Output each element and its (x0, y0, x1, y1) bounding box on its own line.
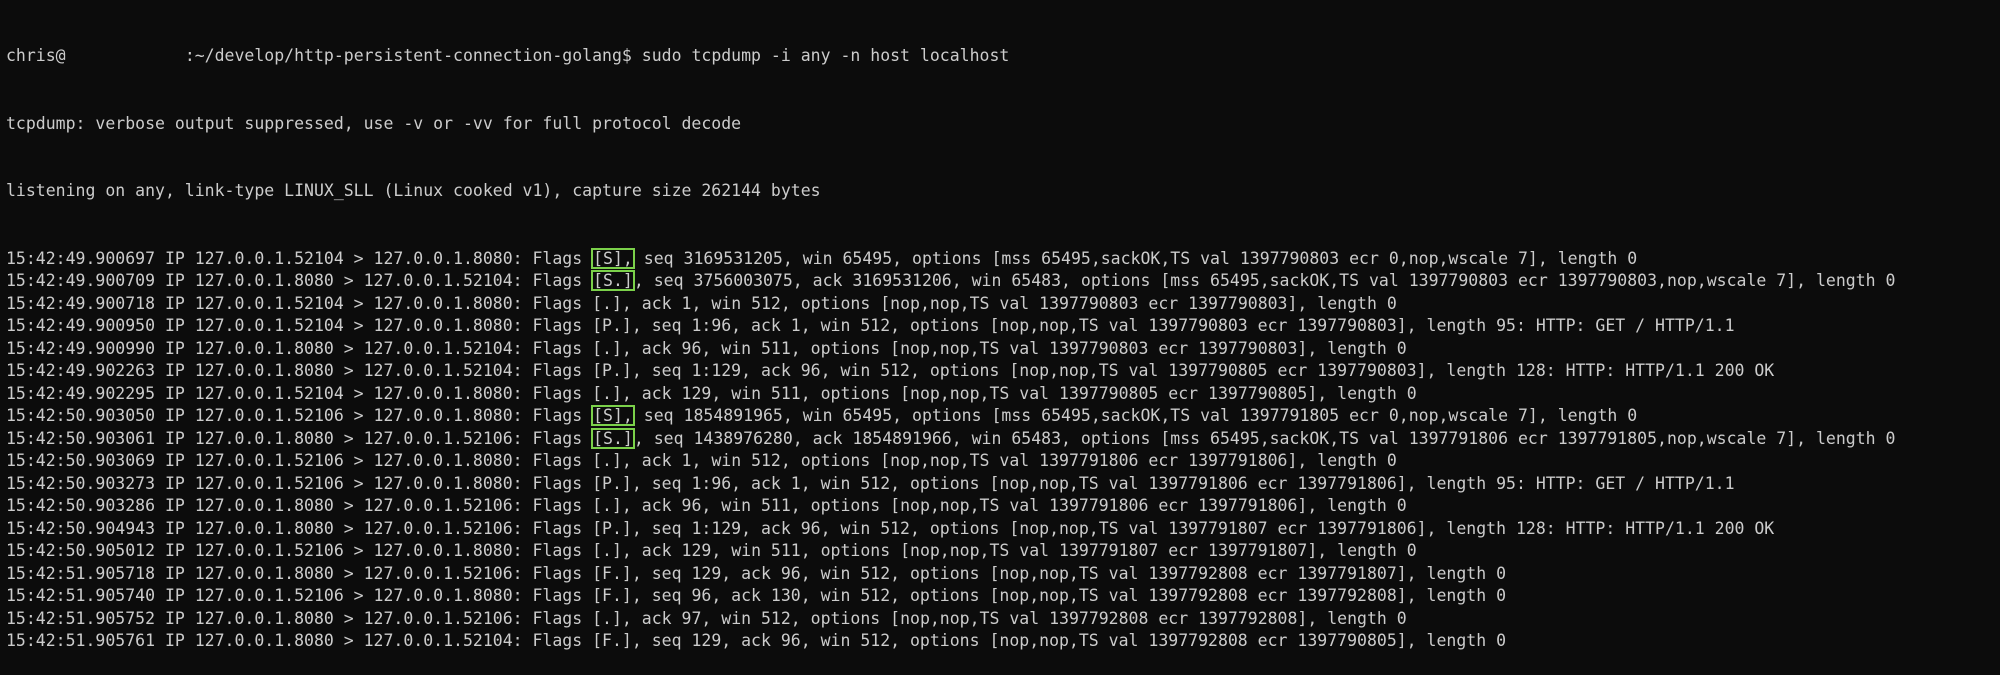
packet-prefix: 15:42:49.900709 IP 127.0.0.1.8080 > 127.… (6, 271, 593, 290)
packet-flag: [P.], (592, 473, 642, 493)
packet-prefix: 15:42:51.905761 IP 127.0.0.1.8080 > 127.… (6, 631, 593, 650)
packet-line: 15:42:49.902263 IP 127.0.0.1.8080 > 127.… (6, 360, 2000, 383)
packet-prefix: 15:42:49.902295 IP 127.0.0.1.52104 > 127… (6, 383, 593, 403)
packet-line: 15:42:51.905740 IP 127.0.0.1.52106 > 127… (6, 585, 2000, 608)
packet-details: ack 1, win 512, options [nop,nop,TS val … (631, 451, 1397, 470)
prompt-line: chris@ :~/develop/http-persistent-connec… (6, 45, 2000, 68)
packet-prefix: 15:42:51.905752 IP 127.0.0.1.8080 > 127.… (6, 608, 593, 628)
packet-flag: [.], (592, 451, 632, 470)
packet-flag: [.], (592, 608, 632, 628)
packet-details: seq 129, ack 96, win 512, options [nop,n… (641, 563, 1507, 583)
packet-flag: [F.], (592, 586, 642, 605)
packet-line: 15:42:49.900709 IP 127.0.0.1.8080 > 127.… (6, 270, 2000, 293)
highlighted-flag: [S.] (591, 427, 635, 449)
packet-prefix: 15:42:50.903069 IP 127.0.0.1.52106 > 127… (6, 451, 593, 470)
packet-flag: [P.], (592, 316, 642, 335)
terminal-window[interactable]: chris@ :~/develop/http-persistent-connec… (0, 0, 2000, 650)
prompt-user: chris@ (6, 46, 66, 65)
packet-flag: [.], (592, 338, 632, 358)
packet-line: 15:42:50.905012 IP 127.0.0.1.52106 > 127… (6, 540, 2000, 563)
packet-line: 15:42:50.903061 IP 127.0.0.1.8080 > 127.… (6, 427, 2000, 451)
packet-flag: [.], (592, 383, 632, 403)
packet-flag: [F.], (592, 631, 642, 650)
packet-prefix: 15:42:49.900950 IP 127.0.0.1.52104 > 127… (6, 316, 593, 335)
packet-line: 15:42:50.903273 IP 127.0.0.1.52106 > 127… (6, 473, 2000, 496)
prompt-path: :~/develop/http-persistent-connection-go… (65, 46, 632, 65)
packet-prefix: 15:42:49.900697 IP 127.0.0.1.52104 > 127… (6, 248, 593, 268)
packet-details: seq 1:129, ack 96, win 512, options [nop… (641, 361, 1775, 380)
packet-details: , seq 1438976280, ack 1854891966, win 65… (633, 428, 1896, 448)
packet-prefix: 15:42:50.903273 IP 127.0.0.1.52106 > 127… (6, 473, 593, 493)
header-line: tcpdump: verbose output suppressed, use … (6, 113, 742, 133)
packet-details: seq 1:129, ack 96, win 512, options [nop… (641, 518, 1775, 538)
packet-line: 15:42:49.900718 IP 127.0.0.1.52104 > 127… (6, 293, 2000, 316)
packet-line: 15:42:50.903069 IP 127.0.0.1.52106 > 127… (6, 450, 2000, 473)
packet-details: seq 129, ack 96, win 512, options [nop,n… (641, 631, 1507, 650)
packet-flag: [F.], (592, 563, 642, 583)
highlighted-flag: [S.] (591, 270, 635, 291)
packet-details: , seq 3756003075, ack 3169531206, win 65… (633, 271, 1896, 290)
packet-line: 15:42:50.903050 IP 127.0.0.1.52106 > 127… (6, 405, 2000, 428)
packet-flag: [P.], (592, 361, 642, 380)
packet-flag: [P.], (592, 518, 642, 538)
packet-flag: [.], (592, 293, 632, 313)
highlighted-flag: [S], (591, 405, 635, 426)
highlighted-flag: [S], (591, 247, 635, 269)
packet-details: seq 96, ack 130, win 512, options [nop,n… (641, 586, 1507, 605)
packet-line: 15:42:51.905752 IP 127.0.0.1.8080 > 127.… (6, 608, 2000, 631)
packet-details: seq 3169531205, win 65495, options [mss … (633, 248, 1638, 268)
packet-prefix: 15:42:50.904943 IP 127.0.0.1.8080 > 127.… (6, 518, 593, 538)
packet-prefix: 15:42:49.902263 IP 127.0.0.1.8080 > 127.… (6, 361, 593, 380)
packet-details: ack 129, win 511, options [nop,nop,TS va… (631, 541, 1417, 560)
packet-prefix: 15:42:50.903061 IP 127.0.0.1.8080 > 127.… (6, 428, 593, 448)
packet-details: seq 1:96, ack 1, win 512, options [nop,n… (641, 473, 1735, 493)
packet-line: 15:42:50.904943 IP 127.0.0.1.8080 > 127.… (6, 518, 2000, 541)
packet-prefix: 15:42:51.905740 IP 127.0.0.1.52106 > 127… (6, 586, 593, 605)
packet-details: ack 96, win 511, options [nop,nop,TS val… (631, 338, 1407, 358)
packet-line: 15:42:50.903286 IP 127.0.0.1.8080 > 127.… (6, 495, 2000, 518)
packet-line: 15:42:51.905718 IP 127.0.0.1.8080 > 127.… (6, 563, 2000, 586)
packet-details: ack 129, win 511, options [nop,nop,TS va… (631, 383, 1417, 403)
packet-prefix: 15:42:50.905012 IP 127.0.0.1.52106 > 127… (6, 541, 593, 560)
packet-details: seq 1:96, ack 1, win 512, options [nop,n… (641, 316, 1735, 335)
prompt-command: sudo tcpdump -i any -n host localhost (631, 46, 1010, 65)
packet-prefix: 15:42:50.903286 IP 127.0.0.1.8080 > 127.… (6, 496, 593, 515)
packet-prefix: 15:42:49.900990 IP 127.0.0.1.8080 > 127.… (6, 338, 593, 358)
packet-line: 15:42:49.902295 IP 127.0.0.1.52104 > 127… (6, 383, 2000, 406)
packet-prefix: 15:42:49.900718 IP 127.0.0.1.52104 > 127… (6, 293, 593, 313)
packet-line: 15:42:49.900950 IP 127.0.0.1.52104 > 127… (6, 315, 2000, 338)
packet-details: ack 97, win 512, options [nop,nop,TS val… (631, 608, 1407, 628)
packet-prefix: 15:42:50.903050 IP 127.0.0.1.52106 > 127… (6, 406, 593, 425)
packet-line: 15:42:51.905761 IP 127.0.0.1.8080 > 127.… (6, 630, 2000, 653)
header-line: listening on any, link-type LINUX_SLL (L… (6, 181, 821, 200)
packet-list: 15:42:49.900697 IP 127.0.0.1.52104 > 127… (6, 247, 2000, 653)
packet-details: seq 1854891965, win 65495, options [mss … (633, 406, 1638, 425)
packet-flag: [.], (592, 541, 632, 560)
packet-prefix: 15:42:51.905718 IP 127.0.0.1.8080 > 127.… (6, 563, 593, 583)
packet-flag: [.], (592, 496, 632, 515)
packet-line: 15:42:49.900697 IP 127.0.0.1.52104 > 127… (6, 247, 2000, 271)
packet-details: ack 1, win 512, options [nop,nop,TS val … (631, 293, 1397, 313)
packet-details: ack 96, win 511, options [nop,nop,TS val… (631, 496, 1407, 515)
packet-line: 15:42:49.900990 IP 127.0.0.1.8080 > 127.… (6, 338, 2000, 361)
